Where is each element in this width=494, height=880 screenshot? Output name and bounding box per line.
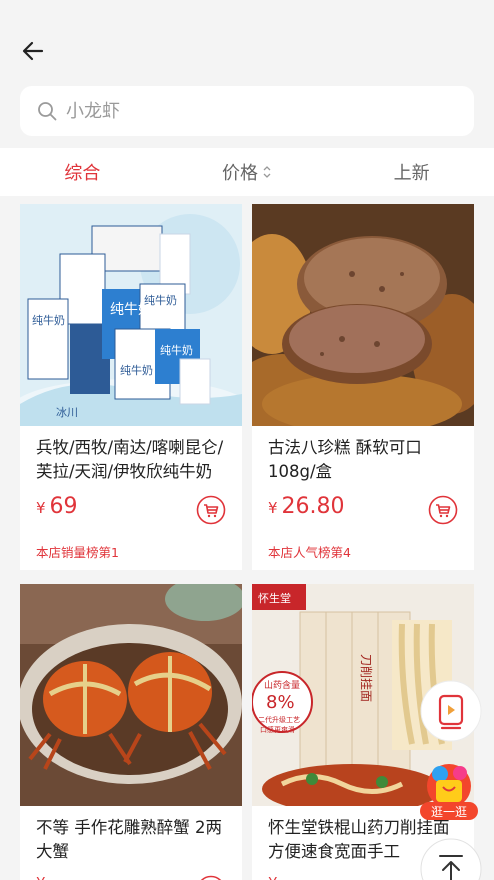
currency-symbol: ¥: [268, 874, 278, 880]
cart-icon[interactable]: [428, 495, 458, 525]
scroll-top-icon: [420, 838, 482, 880]
sort-updown-icon: [263, 166, 271, 178]
product-card[interactable]: 不等 手作花雕熟醉蟹 2两大蟹 ¥: [20, 584, 242, 880]
top-bar: [0, 0, 494, 82]
image-text: 8%: [266, 692, 295, 713]
sort-tabs: 综合 价格 上新: [0, 148, 494, 196]
product-title: 不等 手作花雕熟醉蟹 2两大蟹: [36, 818, 222, 861]
back-arrow-icon[interactable]: [18, 36, 48, 66]
product-title: 古法八珍糕 酥软可口 108g/盒: [268, 438, 422, 481]
product-price: ¥ 26.80: [268, 494, 345, 519]
product-price: ¥ 69: [36, 494, 78, 519]
tab-new[interactable]: 上新: [329, 148, 494, 196]
tab-label: 价格: [222, 163, 258, 184]
currency-symbol: ¥: [268, 499, 278, 517]
rank-label: 本店销量榜第1: [36, 545, 119, 560]
product-title: 兵牧/西牧/南达/喀喇昆仑/芙拉/天润/伊牧欣纯牛奶: [36, 438, 224, 481]
product-price: ¥: [36, 874, 50, 880]
price-value: 69: [49, 494, 78, 519]
image-text: 纯牛奶: [32, 313, 65, 327]
shopping-bag-icon: 逛一逛: [420, 764, 478, 820]
brand-logo-text: 怀生堂: [258, 591, 291, 605]
search-input[interactable]: [66, 100, 446, 122]
image-text: 二代升级工艺: [258, 715, 300, 724]
image-text: 口感更爽滑: [260, 725, 295, 734]
currency-symbol: ¥: [36, 874, 46, 880]
tab-comprehensive[interactable]: 综合: [0, 148, 165, 196]
scroll-top-button[interactable]: [420, 838, 482, 880]
shop-browse-button[interactable]: 逛一逛: [416, 760, 482, 826]
shop-badge-text: 逛一逛: [431, 805, 467, 819]
image-text: 山药含量: [264, 679, 300, 691]
video-button[interactable]: [420, 680, 482, 742]
product-image: [20, 584, 242, 806]
cart-icon[interactable]: [196, 875, 226, 880]
tab-label: 综合: [64, 163, 101, 184]
cart-icon[interactable]: [196, 495, 226, 525]
video-icon: [420, 680, 482, 742]
image-text: 纯牛奶: [120, 363, 153, 377]
product-image: [252, 204, 474, 426]
product-price: ¥: [268, 874, 282, 880]
product-card[interactable]: 古法八珍糕 酥软可口 108g/盒 ¥ 26.80 本店人气榜第4: [252, 204, 474, 570]
image-text: 纯牛奶: [144, 293, 177, 307]
search-bar[interactable]: [20, 86, 474, 136]
product-card[interactable]: 纯牛奶 纯牛奶 纯牛奶 纯牛奶 纯牛奶 冰川 兵牧/西牧/南达/喀喇昆仑/芙拉/…: [20, 204, 242, 570]
search-icon: [38, 102, 57, 121]
tab-label: 上新: [393, 163, 430, 184]
image-text: 刀削挂面: [359, 654, 373, 702]
rank-label: 本店人气榜第4: [268, 545, 351, 560]
currency-symbol: ¥: [36, 499, 46, 517]
product-image: 纯牛奶 纯牛奶 纯牛奶 纯牛奶 纯牛奶 冰川: [20, 204, 242, 426]
tab-price[interactable]: 价格: [165, 148, 330, 196]
price-value: 26.80: [281, 494, 345, 519]
image-text: 纯牛奶: [160, 343, 193, 357]
image-text: 冰川: [56, 406, 78, 419]
